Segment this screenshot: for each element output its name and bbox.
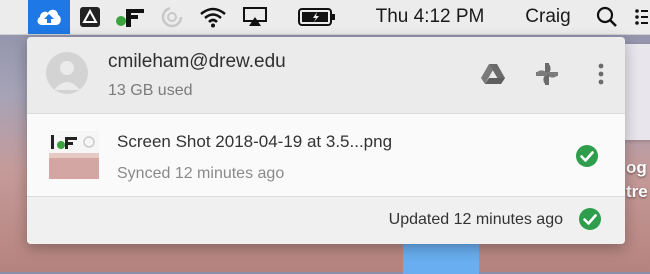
status-footer: Updated 12 minutes ago — [27, 196, 625, 244]
google-drive-status-icon[interactable] — [77, 0, 103, 34]
updated-check-icon — [579, 208, 601, 230]
desktop-label-fragment: tre — [626, 182, 648, 201]
menu-bar: Thu 4:12 PM Craig — [0, 0, 650, 35]
backup-sync-panel: cmileham@drew.edu 13 GB used Screen Shot… — [27, 37, 625, 244]
open-photos-button[interactable] — [533, 59, 561, 89]
list-icon[interactable] — [632, 0, 650, 34]
app-logo-icon — [116, 9, 144, 27]
more-vertical-icon — [598, 63, 604, 85]
open-drive-button[interactable] — [479, 59, 507, 89]
account-email: cmileham@drew.edu — [108, 51, 286, 72]
google-photos-icon — [536, 63, 558, 85]
list-item[interactable]: Screen Shot 2018-04-19 at 3.5...png Sync… — [27, 114, 625, 196]
more-options-button[interactable] — [587, 59, 615, 89]
avatar[interactable] — [46, 52, 88, 94]
sync-spinner-icon[interactable] — [158, 0, 186, 34]
app-status-icon[interactable] — [112, 0, 150, 34]
google-drive-icon — [481, 64, 505, 84]
account-header: cmileham@drew.edu 13 GB used — [27, 37, 625, 114]
battery-icon[interactable] — [296, 0, 338, 34]
screenshot-thumbnail-icon — [49, 131, 99, 179]
backup-and-sync-menu-button[interactable] — [28, 0, 70, 34]
wifi-icon[interactable] — [196, 0, 230, 34]
search-icon[interactable] — [590, 0, 624, 34]
menu-bar-user[interactable]: Craig — [512, 0, 584, 34]
file-thumbnail — [49, 131, 99, 179]
update-status-text: Updated 12 minutes ago — [388, 211, 563, 228]
person-icon — [54, 61, 80, 90]
drive-box-icon — [80, 7, 100, 27]
menu-bar-clock[interactable]: Thu 4:12 PM — [364, 0, 496, 34]
cloud-upload-icon — [37, 9, 61, 25]
storage-usage: 13 GB used — [108, 82, 193, 99]
desktop-label-fragment: og — [626, 158, 647, 177]
file-name: Screen Shot 2018-04-19 at 3.5...png — [117, 132, 393, 151]
airplay-icon[interactable] — [238, 0, 272, 34]
file-sync-status: Synced 12 minutes ago — [117, 165, 285, 182]
synced-check-icon — [576, 145, 598, 167]
